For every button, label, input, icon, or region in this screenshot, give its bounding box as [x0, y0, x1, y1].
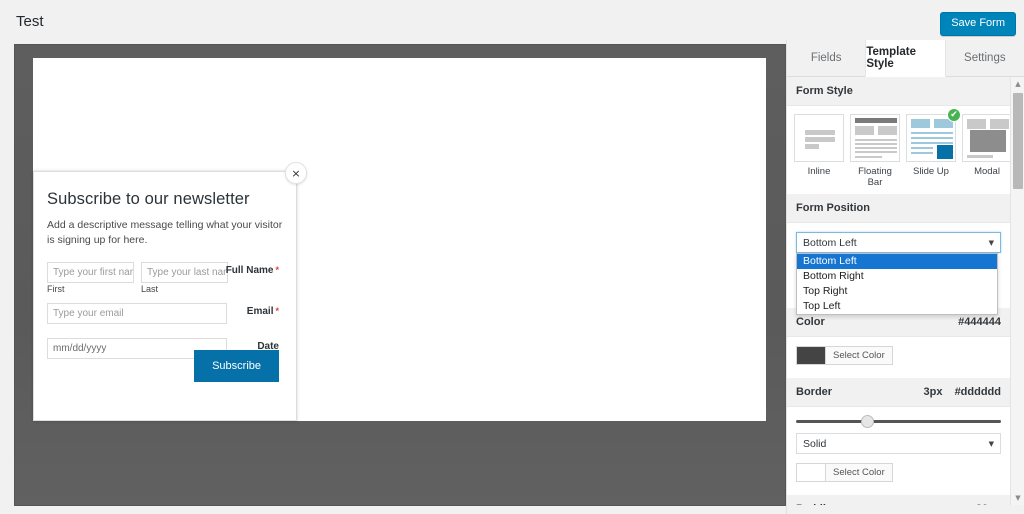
border-color-value: #dddddd: [954, 386, 1001, 398]
style-option-floating-bar[interactable]: Floating Bar: [850, 114, 900, 188]
panel-scrollbar[interactable]: ▲ ▼: [1010, 77, 1024, 505]
style-label: Modal: [974, 166, 1000, 177]
style-option-inline[interactable]: Inline: [794, 114, 844, 188]
first-name-sublabel: First: [47, 284, 65, 295]
last-name-sublabel: Last: [141, 284, 159, 295]
close-icon[interactable]: ×: [285, 162, 307, 184]
color-title: Color: [796, 316, 825, 328]
style-option-slide-up[interactable]: ✔ Slide Up: [906, 108, 961, 188]
scroll-up-icon[interactable]: ▲: [1011, 77, 1024, 91]
dropdown-option-top-right[interactable]: Top Right: [797, 284, 997, 299]
form-style-options: Inline Floating Bar ✔ Slide Up Modal: [787, 106, 1010, 194]
padding-title: Padding: [796, 503, 839, 505]
scrollbar-thumb[interactable]: [1013, 93, 1023, 189]
settings-panel: Fields Template Style Settings Form Styl…: [786, 40, 1024, 514]
select-color-button[interactable]: Select Color: [825, 347, 892, 364]
inline-thumbnail-icon: [794, 114, 844, 162]
required-marker: *: [275, 306, 279, 317]
form-position-body: Bottom Left ▼ Bottom Left Bottom Right T…: [787, 223, 1010, 315]
subscribe-button[interactable]: Subscribe: [194, 350, 279, 382]
chevron-down-icon: ▼: [988, 439, 994, 448]
form-position-title: Form Position: [796, 202, 870, 214]
form-description: Add a descriptive message telling what y…: [47, 219, 283, 247]
color-value: #444444: [958, 316, 1001, 328]
border-style-value: Solid: [803, 437, 827, 450]
modal-thumbnail-icon: [962, 114, 1010, 162]
color-picker-control[interactable]: Select Color: [796, 346, 893, 365]
section-header-border: Border 3px #dddddd: [787, 378, 1010, 407]
tab-settings[interactable]: Settings: [945, 40, 1024, 77]
email-input[interactable]: Type your email: [47, 303, 227, 325]
border-color-swatch[interactable]: [797, 464, 825, 481]
last-name-input[interactable]: Type your last nan: [141, 262, 228, 284]
selected-check-icon: ✔: [947, 108, 961, 122]
app-root: Test Save Form × Subscribe to our newsle…: [0, 0, 1024, 514]
border-width-slider[interactable]: [787, 407, 1010, 433]
field-email: Type your email Email *: [47, 303, 279, 325]
form-heading: Subscribe to our newsletter: [47, 190, 250, 208]
panel-content: Form Style Inline Floating Bar ✔ Slide U…: [787, 77, 1010, 505]
slide-up-form: Subscribe to our newsletter Add a descri…: [33, 171, 297, 421]
section-header-padding: Padding 20px: [787, 495, 1010, 505]
form-position-select[interactable]: Bottom Left ▼: [796, 232, 1001, 253]
tab-fields[interactable]: Fields: [787, 40, 866, 77]
full-name-label: Full Name *: [225, 265, 279, 277]
style-label: Slide Up: [913, 166, 949, 177]
form-style-title: Form Style: [796, 85, 853, 97]
form-position-dropdown[interactable]: Bottom Left Bottom Right Top Right Top L…: [796, 253, 998, 315]
slider-handle[interactable]: [860, 415, 874, 428]
border-select-color-button[interactable]: Select Color: [825, 464, 892, 481]
dropdown-option-bottom-right[interactable]: Bottom Right: [797, 269, 997, 284]
section-header-form-position: Form Position: [787, 194, 1010, 223]
form-position-value: Bottom Left: [803, 236, 857, 249]
slider-track[interactable]: [796, 415, 1001, 428]
slide-up-thumbnail-icon: [906, 114, 956, 162]
first-name-input[interactable]: Type your first nar: [47, 262, 134, 284]
email-label: Email *: [246, 306, 279, 318]
border-style-select[interactable]: Solid ▼: [796, 433, 1001, 454]
border-title: Border: [796, 386, 833, 398]
padding-value: 20px: [976, 503, 1001, 505]
style-label: Floating Bar: [858, 166, 892, 188]
scroll-down-icon[interactable]: ▼: [1011, 491, 1024, 505]
border-values: 3px #dddddd: [915, 386, 1001, 398]
border-style-body: Solid ▼ Select Color: [787, 433, 1010, 495]
dropdown-option-bottom-left[interactable]: Bottom Left: [797, 254, 997, 269]
field-full-name: Type your first nar First Type your last…: [47, 262, 279, 294]
style-label: Inline: [807, 166, 831, 177]
tab-template-style[interactable]: Template Style: [865, 40, 946, 77]
floating-bar-thumbnail-icon: [850, 114, 900, 162]
style-option-modal[interactable]: Modal: [962, 114, 1010, 188]
page-title: Test: [16, 13, 44, 30]
color-swatch[interactable]: [797, 347, 825, 364]
border-width-value: 3px: [923, 386, 943, 398]
dropdown-option-top-left[interactable]: Top Left: [797, 299, 997, 314]
section-header-form-style: Form Style: [787, 77, 1010, 106]
chevron-down-icon: ▼: [988, 238, 994, 247]
required-marker: *: [275, 265, 279, 276]
border-color-picker-control[interactable]: Select Color: [796, 463, 893, 482]
color-body: Select Color: [787, 337, 1010, 378]
save-form-button[interactable]: Save Form: [940, 12, 1016, 37]
panel-tabs: Fields Template Style Settings: [787, 40, 1024, 77]
